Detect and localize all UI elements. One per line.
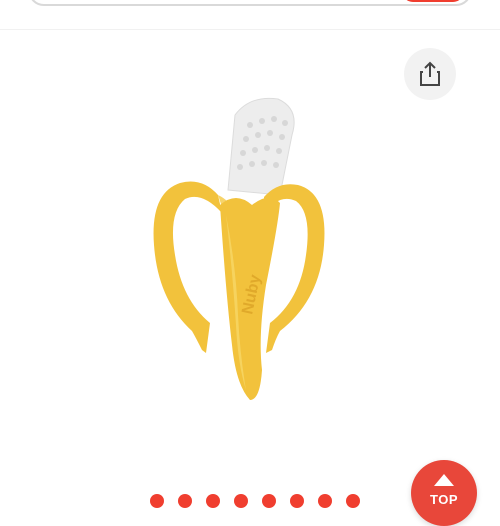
search-bar[interactable] [28,0,472,6]
share-icon [420,61,440,86]
product-image: Nuby [153,97,325,400]
arrow-up-icon [434,474,454,486]
carousel-dot[interactable] [150,494,164,508]
carousel-dot[interactable] [318,494,332,508]
carousel-dot[interactable] [234,494,248,508]
carousel-dot[interactable] [346,494,360,508]
carousel-dot[interactable] [178,494,192,508]
header-divider [0,29,500,30]
scroll-to-top-button[interactable]: TOP [411,460,477,526]
share-button[interactable] [404,48,456,100]
carousel-dot[interactable] [206,494,220,508]
carousel-dot[interactable] [290,494,304,508]
carousel-dot[interactable] [262,494,276,508]
carousel-dots [150,494,360,508]
search-button[interactable] [402,0,464,2]
